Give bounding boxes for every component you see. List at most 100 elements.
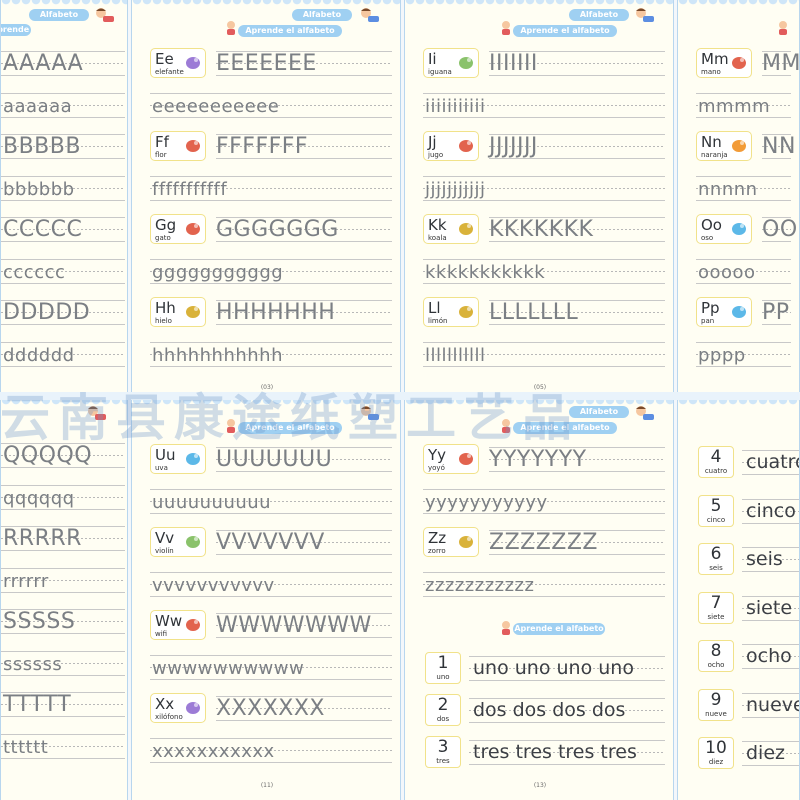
badge-word: cinco xyxy=(706,515,726,524)
trace-text: NN xyxy=(762,134,796,159)
guide-line xyxy=(150,176,392,177)
trace-text: uno uno uno uno xyxy=(473,657,634,679)
page-3: Alfabeto Aprende el alfabeto Ii iguana III… xyxy=(404,0,674,392)
trace-text: LLLLLLL xyxy=(489,300,579,325)
tracing-row: siete xyxy=(742,590,799,626)
naranja-picture-icon xyxy=(732,140,746,152)
badge-number: 8 xyxy=(710,641,722,661)
tracing-row: pppp xyxy=(696,335,791,373)
guide-line xyxy=(696,259,791,260)
tracing-row: FFFFFFF xyxy=(216,127,392,165)
page-divider xyxy=(0,392,800,400)
trace-text: TTTTT xyxy=(3,692,72,717)
guide-line xyxy=(469,722,665,723)
letter-badge: Ii iguana xyxy=(423,48,479,78)
tracing-row: ooooo xyxy=(696,252,791,290)
page-subtitle-pill: Aprende el alfabeto xyxy=(1,24,31,36)
badge-letter: Gg xyxy=(155,216,177,234)
tracing-row: KKKKKKK xyxy=(489,210,665,248)
badge-letter: Hh xyxy=(155,299,176,317)
badge-word: limón xyxy=(428,317,448,325)
guide-line xyxy=(1,484,125,486)
badge-word: zorro xyxy=(428,547,446,555)
trace-text: bbbbbb xyxy=(3,178,75,200)
guide-line xyxy=(742,619,799,621)
guide-line xyxy=(423,176,665,177)
letter-badge: Oo oso xyxy=(696,214,752,244)
guide-line xyxy=(423,93,665,94)
jugo-picture-icon xyxy=(459,140,473,152)
number-badge: 1 uno xyxy=(425,652,461,684)
badge-letter: Ll xyxy=(428,299,441,317)
trace-text: MM xyxy=(762,51,800,76)
tracing-row: kkkkkkkkkkk xyxy=(423,252,665,290)
page-subtitle-pill: Aprende el alfabeto xyxy=(513,422,617,434)
guide-line xyxy=(423,572,665,573)
letter-badge: Zz zorro xyxy=(423,527,479,557)
tracing-row: xxxxxxxxxxx xyxy=(150,731,392,769)
tracing-row: XXXXXXX xyxy=(216,689,392,727)
yoy-picture-icon xyxy=(459,453,473,465)
guide-line xyxy=(1,567,125,569)
badge-word: wifi xyxy=(155,630,168,638)
guide-line xyxy=(696,342,791,343)
tracing-row: wwwwwwwwww xyxy=(150,648,392,686)
trace-text: uuuuuuuuuu xyxy=(152,492,272,513)
tracing-row: RRRRR xyxy=(1,519,125,557)
trace-text: ggggggggggg xyxy=(152,262,284,283)
number-badge: 10 diez xyxy=(698,737,734,769)
trace-text: YYYYYYY xyxy=(489,447,587,472)
page-title-pill: Alfabeto xyxy=(29,9,89,21)
trace-text: nnnnn xyxy=(698,179,758,200)
letter-badge: Vv violín xyxy=(150,527,206,557)
letter-badge: Gg gato xyxy=(150,214,206,244)
tracing-row: zzzzzzzzzzz xyxy=(423,565,665,603)
trace-text: aaaaaa xyxy=(3,95,73,117)
letter-badge: Xx xilófono xyxy=(150,693,206,723)
badge-number: 1 xyxy=(437,653,449,673)
guide-line xyxy=(696,93,791,94)
badge-word: ocho xyxy=(707,661,725,669)
letter-badge: Uu uva xyxy=(150,444,206,474)
tracing-row: QQQQQ xyxy=(1,436,125,474)
badge-word: tres xyxy=(436,757,450,765)
trace-text: VVVVVVV xyxy=(216,530,325,555)
badge-word: naranja xyxy=(701,151,728,159)
trace-text: xxxxxxxxxxx xyxy=(152,741,275,762)
number-badge: 8 ocho xyxy=(698,640,734,672)
mascot-icon xyxy=(88,406,106,420)
guide-line xyxy=(1,650,125,652)
badge-word: yoyó xyxy=(428,464,445,472)
tracing-row: TTTTT xyxy=(1,685,125,723)
badge-number: 9 xyxy=(710,689,722,710)
tracing-row: cinco xyxy=(742,493,799,529)
tracing-row: MM xyxy=(762,44,799,82)
page-number: (13) xyxy=(533,782,547,789)
tracing-row: mmmm xyxy=(696,86,791,124)
tracing-row: aaaaaa xyxy=(1,86,125,124)
trace-text: AAAAA xyxy=(3,51,84,76)
page-6: Aprende el alfabeto Uu uva UUUUUUU uuuuuuuu… xyxy=(131,400,401,800)
trace-text: XXXXXXX xyxy=(216,696,325,721)
trace-text: KKKKKKK xyxy=(489,217,594,242)
page-1: Alfabeto Aprende el alfabeto AAAAA aaaaaa… xyxy=(0,0,128,392)
trace-text: FFFFFFF xyxy=(216,134,309,159)
trace-text: JJJJJJJ xyxy=(489,134,538,159)
tracing-row: PP xyxy=(762,293,791,331)
tracing-row: YYYYYYY xyxy=(489,440,665,478)
tracing-row: OO xyxy=(762,210,797,248)
tracing-row: dos dos dos dos xyxy=(469,692,665,728)
tracing-row: bbbbbb xyxy=(1,169,125,207)
trace-text: wwwwwwwwww xyxy=(152,658,305,679)
trace-text: PP xyxy=(762,300,790,325)
trace-text: siete xyxy=(746,596,793,619)
guide-line xyxy=(742,716,799,718)
tracing-row: HHHHHHH xyxy=(216,293,392,331)
badge-word: koala xyxy=(428,234,447,242)
trace-text: ZZZZZZZ xyxy=(489,530,598,555)
badge-word: violín xyxy=(155,547,174,555)
xilfono-picture-icon xyxy=(186,702,200,714)
trace-text: HHHHHHH xyxy=(216,300,336,325)
tracing-row: BBBBB xyxy=(1,127,125,165)
badge-letter: Ii xyxy=(428,50,437,68)
